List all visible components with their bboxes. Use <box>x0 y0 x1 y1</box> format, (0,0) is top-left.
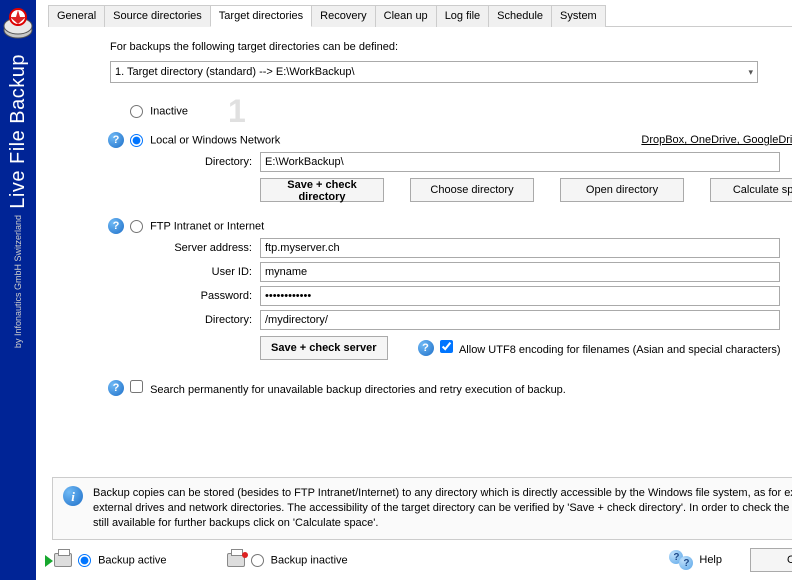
help-label[interactable]: Help <box>699 554 722 566</box>
btn-calculate-space[interactable]: Calculate space <box>710 178 792 202</box>
info-text: Backup copies can be stored (besides to … <box>93 486 792 531</box>
tab-target-directories[interactable]: Target directories <box>210 5 312 27</box>
target-number: 1 <box>228 93 246 130</box>
chevron-down-icon: ▾ <box>748 67 753 78</box>
tab-recovery[interactable]: Recovery <box>311 5 375 27</box>
tab-bar: General Source directories Target direct… <box>48 4 792 27</box>
info-box: i Backup copies can be stored (besides t… <box>52 477 792 540</box>
radio-backup-inactive[interactable]: Backup inactive <box>251 554 348 567</box>
info-icon: i <box>63 486 83 506</box>
ftp-directory-input[interactable] <box>260 310 780 330</box>
printer-active-icon <box>54 553 72 567</box>
tab-general[interactable]: General <box>48 5 105 27</box>
help-bubbles-icon[interactable]: ?? <box>669 550 693 570</box>
help-icon[interactable]: ? <box>418 340 434 356</box>
tab-schedule[interactable]: Schedule <box>488 5 552 27</box>
vendor-label: by Infonautics GmbH Switzerland <box>13 215 23 348</box>
printer-inactive-icon <box>227 553 245 567</box>
ftp-password-input[interactable] <box>260 286 780 306</box>
tab-source-directories[interactable]: Source directories <box>104 5 211 27</box>
intro-text: For backups the following target directo… <box>110 41 792 53</box>
tab-clean-up[interactable]: Clean up <box>375 5 437 27</box>
target-select-value: 1. Target directory (standard) --> E:\Wo… <box>115 66 355 78</box>
ftp-server-label: Server address: <box>160 242 260 254</box>
btn-open-directory[interactable]: Open directory <box>560 178 684 202</box>
ftp-server-input[interactable] <box>260 238 780 258</box>
ftp-password-label: Password: <box>160 290 260 302</box>
ftp-user-input[interactable] <box>260 262 780 282</box>
tab-system[interactable]: System <box>551 5 606 27</box>
local-directory-label: Directory: <box>160 156 260 168</box>
btn-choose-directory[interactable]: Choose directory <box>410 178 534 202</box>
checkbox-utf8[interactable]: Allow UTF8 encoding for filenames (Asian… <box>440 340 781 356</box>
ftp-user-label: User ID: <box>160 266 260 278</box>
radio-ftp[interactable]: FTP Intranet or Internet <box>130 220 264 233</box>
ftp-directory-label: Directory: <box>160 314 260 326</box>
help-icon[interactable]: ? <box>108 218 124 234</box>
target-directory-select[interactable]: 1. Target directory (standard) --> E:\Wo… <box>110 61 758 83</box>
sidebar: Live File Backup by Infonautics GmbH Swi… <box>0 0 36 580</box>
ok-button[interactable]: OK <box>750 548 792 572</box>
radio-inactive[interactable]: Inactive <box>130 105 188 118</box>
tab-log-file[interactable]: Log file <box>436 5 489 27</box>
link-cloud-providers[interactable]: DropBox, OneDrive, GoogleDrive <box>641 134 792 146</box>
radio-backup-active[interactable]: Backup active <box>78 554 167 567</box>
btn-save-check-directory[interactable]: Save + check directory <box>260 178 384 202</box>
app-logo-icon <box>0 8 36 44</box>
help-icon[interactable]: ? <box>108 132 124 148</box>
checkbox-search-permanently[interactable]: Search permanently for unavailable backu… <box>130 380 566 396</box>
radio-local-network[interactable]: Local or Windows Network <box>130 134 280 147</box>
app-title: Live File Backup <box>7 54 30 209</box>
help-icon[interactable]: ? <box>108 380 124 396</box>
btn-save-check-server[interactable]: Save + check server <box>260 336 388 360</box>
local-directory-input[interactable] <box>260 152 780 172</box>
